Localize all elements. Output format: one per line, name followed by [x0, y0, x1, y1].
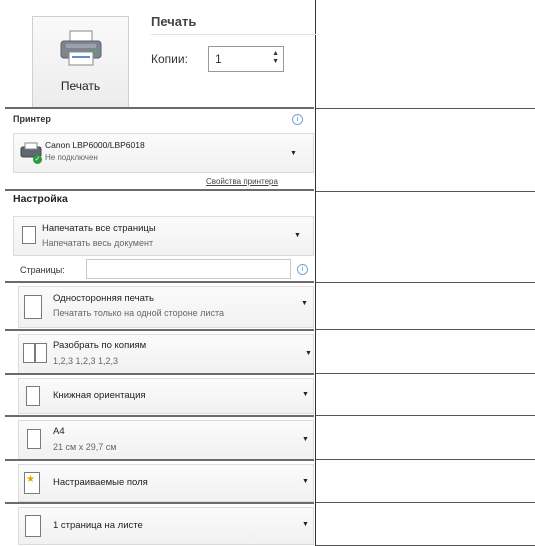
grid-divider [315, 0, 316, 546]
section-divider [5, 189, 314, 191]
margins-dropdown[interactable]: ★ Настраиваемые поля ▼ [18, 464, 314, 502]
printer-status: Не подключен [45, 153, 98, 162]
print-button[interactable]: Печать [32, 16, 129, 108]
section-divider [5, 459, 314, 461]
chevron-down-icon: ▼ [290, 150, 297, 157]
print-button-label: Печать [60, 79, 101, 93]
section-divider [5, 415, 314, 417]
collate-icon [23, 343, 35, 363]
paper-icon [27, 429, 41, 449]
chevron-down-icon: ▼ [302, 436, 309, 443]
orientation-title: Книжная ориентация [53, 390, 146, 401]
printer-name: Canon LBP6000/LBP6018 [45, 140, 145, 150]
chevron-down-icon: ▼ [302, 478, 309, 485]
collate-title: Разобрать по копиям [53, 340, 147, 351]
title-underline [151, 34, 316, 35]
collate-dropdown[interactable]: Разобрать по копиям 1,2,3 1,2,3 1,2,3 ▼ [18, 334, 314, 374]
printer-dropdown[interactable]: ✓ Canon LBP6000/LBP6018 Не подключен ▼ [13, 133, 314, 173]
collate-icon [35, 343, 47, 363]
section-divider [5, 502, 314, 504]
collate-subtitle: 1,2,3 1,2,3 1,2,3 [53, 356, 119, 366]
chevron-down-icon: ▼ [301, 300, 308, 307]
chevron-down-icon: ▼ [302, 391, 309, 398]
grid-line [316, 459, 535, 460]
copies-value: 1 [215, 52, 222, 66]
pages-icon [22, 226, 36, 244]
section-divider [5, 373, 314, 375]
copies-stepper[interactable]: 1 ▲ ▼ [208, 46, 284, 72]
copies-label: Копии: [151, 52, 188, 66]
orientation-dropdown[interactable]: Книжная ориентация ▼ [18, 378, 314, 414]
print-backstage: Печать Печать Копии: 1 ▲ ▼ Принтер i ✓ Ca… [0, 0, 535, 546]
pages-per-sheet-dropdown[interactable]: 1 страница на листе ▼ [18, 507, 314, 545]
portrait-icon [26, 386, 40, 406]
section-divider [5, 281, 314, 283]
paper-size-title: А4 [53, 426, 65, 437]
printer-properties-link[interactable]: Свойства принтера [206, 177, 278, 186]
chevron-down-icon: ▼ [302, 521, 309, 528]
section-divider [5, 107, 314, 109]
star-icon: ★ [26, 474, 35, 485]
pages-per-sheet-title: 1 страница на листе [53, 520, 143, 531]
grid-line [316, 108, 535, 109]
grid-line [316, 415, 535, 416]
settings-header: Настройка [13, 193, 68, 205]
status-check-icon: ✓ [33, 155, 42, 164]
grid-line [316, 373, 535, 374]
sides-title: Односторонняя печать [53, 293, 154, 304]
chevron-down-icon: ▼ [294, 232, 301, 239]
grid-line [316, 282, 535, 283]
printer-icon [60, 30, 102, 66]
margins-title: Настраиваемые поля [53, 477, 148, 488]
grid-line [316, 329, 535, 330]
pages-input[interactable] [86, 259, 291, 279]
print-range-title: Напечатать все страницы [42, 223, 156, 234]
background-grid [316, 0, 535, 546]
sides-dropdown[interactable]: Односторонняя печать Печатать только на … [18, 286, 314, 328]
printer-header: Принтер [13, 114, 51, 124]
grid-line [316, 191, 535, 192]
paper-size-dropdown[interactable]: А4 21 см x 29,7 см ▼ [18, 420, 314, 460]
pages-per-sheet-icon [25, 515, 41, 537]
info-icon[interactable]: i [292, 114, 303, 125]
section-divider [5, 329, 314, 331]
chevron-down-icon: ▼ [305, 350, 312, 357]
print-range-subtitle: Напечатать весь документ [42, 238, 154, 248]
grid-line [316, 502, 535, 503]
spin-arrows-icon[interactable]: ▲ ▼ [272, 50, 279, 66]
print-range-dropdown[interactable]: Напечатать все страницы Напечатать весь … [13, 216, 314, 256]
print-title: Печать [151, 14, 197, 29]
paper-size-subtitle: 21 см x 29,7 см [53, 442, 117, 452]
sides-subtitle: Печатать только на одной стороне листа [53, 308, 224, 318]
pages-label: Страницы: [20, 265, 65, 275]
one-sided-icon [24, 295, 42, 319]
info-icon[interactable]: i [297, 264, 308, 275]
